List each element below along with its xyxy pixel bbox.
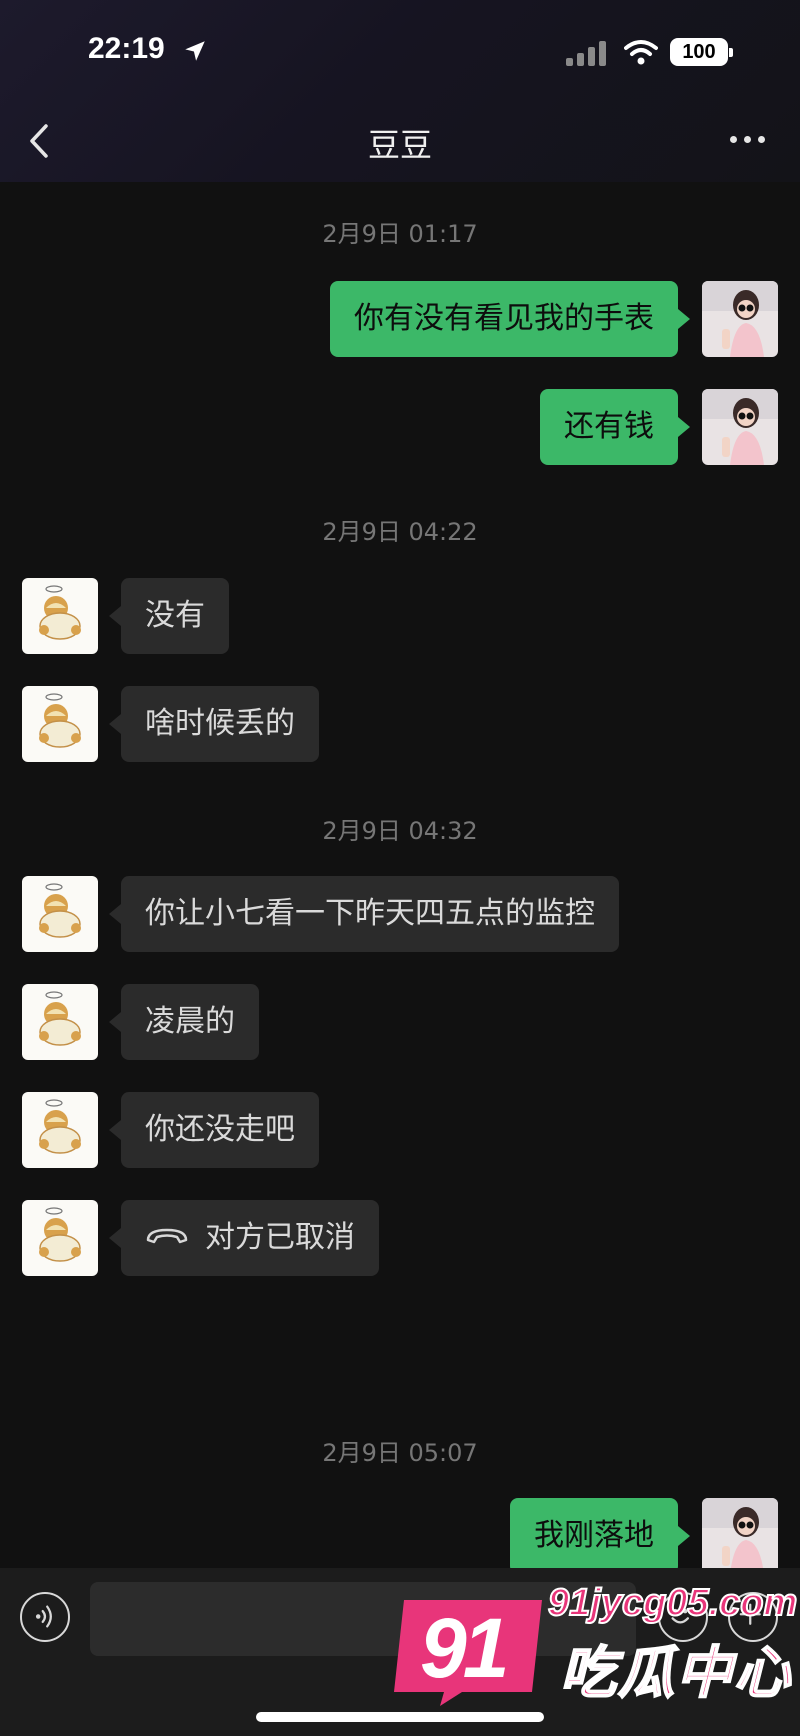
- incoming-message-bubble[interactable]: 凌晨的: [109, 984, 259, 1060]
- contact-avatar[interactable]: [22, 984, 98, 1060]
- outgoing-message-bubble[interactable]: 我刚落地: [510, 1498, 690, 1574]
- contact-avatar[interactable]: [22, 1200, 98, 1276]
- outgoing-message-bubble[interactable]: 你有没有看见我的手表: [330, 281, 690, 357]
- watermark-number: 91: [420, 1601, 509, 1695]
- message-timestamp: 2月9日 04:32: [322, 817, 478, 845]
- contact-avatar[interactable]: [22, 1092, 98, 1168]
- message-timestamp: 2月9日 04:22: [322, 518, 478, 546]
- phone-hangup-icon: [146, 1228, 188, 1243]
- home-indicator: [256, 1712, 544, 1722]
- battery-indicator: 100: [670, 38, 733, 66]
- voice-input-icon[interactable]: [20, 1592, 70, 1642]
- wifi-icon: [624, 40, 658, 65]
- chat-title: 豆豆: [367, 126, 432, 164]
- contact-avatar[interactable]: [22, 578, 98, 654]
- incoming-message-bubble[interactable]: 啥时候丢的: [109, 686, 319, 762]
- incoming-message-bubble[interactable]: 没有: [109, 578, 229, 654]
- contact-avatar[interactable]: [22, 686, 98, 762]
- call-status-text: 对方已取消: [205, 1220, 355, 1255]
- my-avatar[interactable]: [702, 281, 778, 357]
- incoming-message-bubble[interactable]: 你让小七看一下昨天四五点的监控: [109, 876, 619, 952]
- my-avatar[interactable]: [702, 1498, 778, 1574]
- watermark-url: 91jycg05.com: [547, 1581, 798, 1625]
- more-options-icon[interactable]: [726, 124, 770, 154]
- top-bar: 22:19 100 豆豆: [0, 0, 800, 182]
- location-arrow-icon: [185, 41, 205, 61]
- call-cancelled-bubble[interactable]: 对方已取消: [109, 1200, 379, 1276]
- contact-avatar[interactable]: [22, 876, 98, 952]
- cellular-signal-icon: [566, 40, 610, 66]
- my-avatar[interactable]: [702, 389, 778, 465]
- message-timestamp: 2月9日 01:17: [322, 220, 478, 248]
- incoming-message-bubble[interactable]: 你还没走吧: [109, 1092, 319, 1168]
- outgoing-message-bubble[interactable]: 还有钱: [540, 389, 690, 465]
- message-timestamp: 2月9日 05:07: [322, 1439, 478, 1467]
- watermark-name: 吃瓜中心: [559, 1640, 792, 1707]
- status-time: 22:19: [88, 32, 165, 65]
